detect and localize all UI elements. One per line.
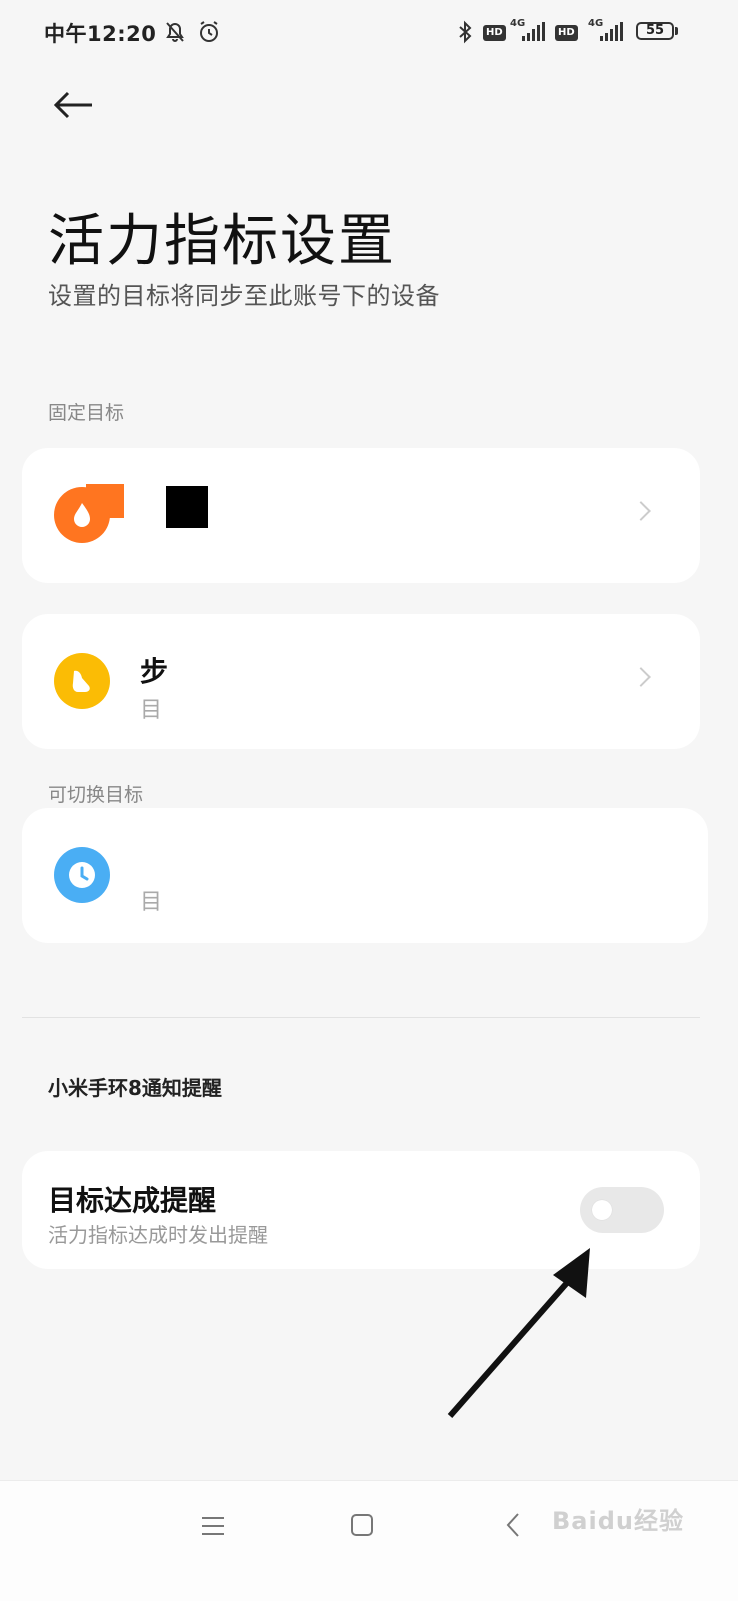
section-divider — [22, 1017, 700, 1018]
bell-muted-icon — [166, 22, 184, 42]
signal-icon — [522, 22, 545, 41]
section-label-switchable-goals: 可切换目标 — [48, 784, 144, 806]
section-label-band-notifications: 小米手环8通知提醒 — [48, 1076, 222, 1100]
watermark: Baidu经验 — [552, 1507, 684, 1535]
goal-subtitle-duration: 目 — [140, 890, 163, 915]
redacted-label — [166, 486, 208, 528]
back-chevron-icon[interactable] — [504, 1511, 522, 1539]
reminder-title: 目标达成提醒 — [48, 1184, 217, 1217]
goal-card-duration[interactable]: 目 — [22, 808, 708, 943]
home-square-icon[interactable] — [350, 1513, 374, 1537]
page-subtitle: 设置的目标将同步至此账号下的设备 — [48, 282, 440, 310]
goal-subtitle-steps: 目 — [140, 698, 163, 723]
battery-tip — [675, 27, 678, 35]
status-time: 中午12:20 — [44, 22, 157, 46]
system-navigation-bar: Baidu经验 — [0, 1480, 738, 1601]
back-arrow-icon[interactable] — [48, 84, 98, 126]
page-title: 活力指标设置 — [48, 209, 396, 274]
hd-badge: HD — [483, 25, 506, 41]
bluetooth-icon — [459, 20, 472, 44]
clock-icon — [54, 847, 110, 903]
goal-reminder-toggle[interactable] — [580, 1187, 664, 1233]
battery-icon: 55 — [636, 22, 674, 40]
goal-card-calories[interactable] — [22, 448, 700, 583]
signal-icon — [600, 22, 623, 41]
goal-card-steps[interactable]: 步 目 — [22, 614, 700, 749]
section-label-fixed-goals: 固定目标 — [48, 402, 125, 424]
annotation-arrow-icon — [447, 1248, 590, 1418]
hd-badge: HD — [555, 25, 578, 41]
flame-icon — [54, 487, 110, 543]
shoe-icon — [54, 653, 110, 709]
alarm-clock-icon — [200, 21, 218, 42]
goal-title-steps: 步 — [140, 655, 169, 688]
chevron-right-icon — [631, 501, 651, 521]
reminder-description: 活力指标达成时发出提醒 — [48, 1223, 268, 1247]
toggle-knob — [592, 1200, 612, 1220]
menu-icon[interactable] — [200, 1515, 226, 1537]
chevron-right-icon — [631, 667, 651, 687]
